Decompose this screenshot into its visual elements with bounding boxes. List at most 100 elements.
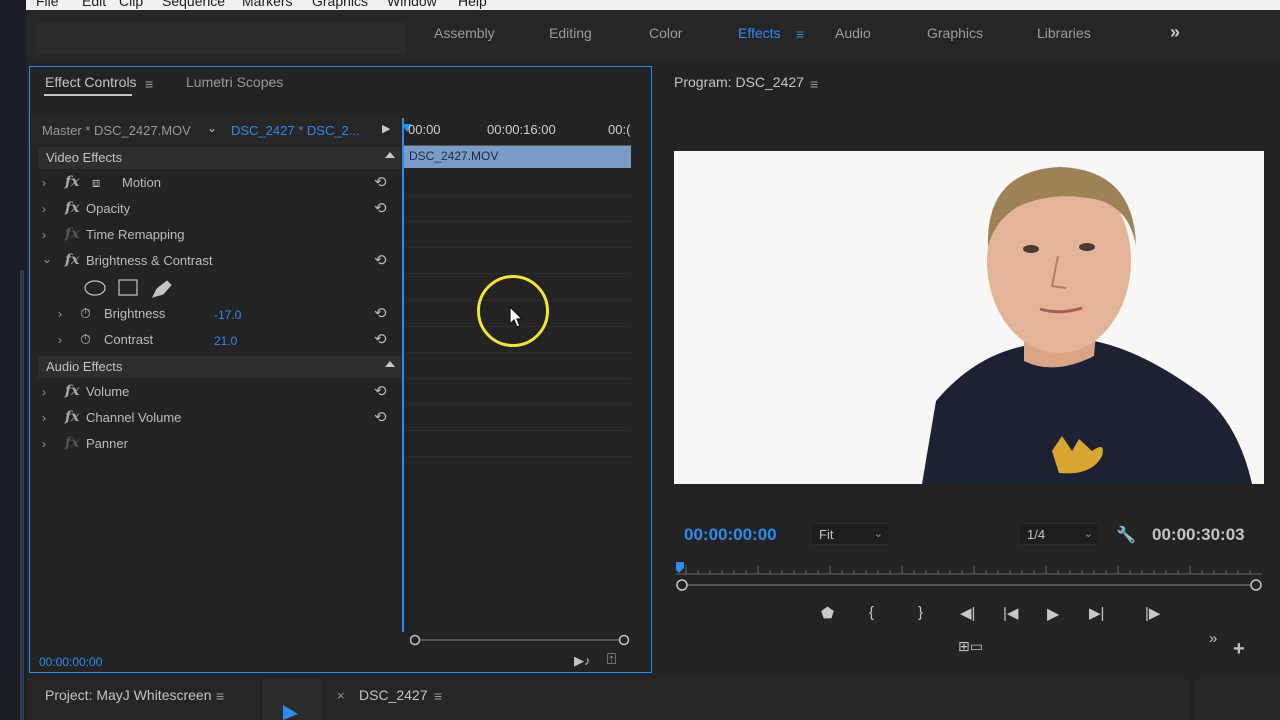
brightness-value[interactable]: -17.0: [214, 308, 241, 322]
panel-menu-icon[interactable]: ≡: [810, 76, 818, 92]
pen-mask-icon[interactable]: [152, 280, 172, 298]
project-panel-title[interactable]: Project: MayJ Whitescreen: [45, 687, 212, 703]
timeline-zoom-scrollbar[interactable]: [410, 634, 630, 646]
clip-bar[interactable]: DSC_2427.MOV: [404, 146, 631, 168]
rectangle-mask-icon[interactable]: [118, 279, 138, 296]
effect-controls-timecode[interactable]: 00:00:00:00: [39, 655, 102, 669]
effect-row-volume[interactable]: › fx Volume ⟲: [38, 380, 401, 406]
param-row-contrast[interactable]: › ⏱ Contrast 21.0 ⟲: [38, 328, 401, 354]
effect-row-brightness-contrast[interactable]: ⌄ fx Brightness & Contrast ⟲: [38, 249, 401, 275]
stopwatch-icon[interactable]: ⏱: [80, 331, 91, 348]
menu-help[interactable]: Help: [458, 0, 487, 9]
panel-menu-icon[interactable]: ≡: [216, 688, 224, 704]
program-zoom-scrollbar[interactable]: [676, 578, 1262, 592]
workspace-tab-effects[interactable]: Effects: [738, 25, 781, 41]
go-to-in-icon[interactable]: |◀: [1003, 604, 1018, 622]
close-tab-icon[interactable]: ×: [337, 688, 345, 703]
workspace-tab-assembly[interactable]: Assembly: [434, 25, 495, 41]
panel-menu-icon[interactable]: ≡: [145, 76, 153, 92]
collapse-up-icon[interactable]: [385, 361, 395, 367]
step-back-icon[interactable]: ◀|: [960, 604, 975, 622]
workspace-tab-graphics[interactable]: Graphics: [927, 25, 983, 41]
effect-row-channel-volume[interactable]: › fx Channel Volume ⟲: [38, 406, 401, 432]
add-marker-icon[interactable]: ⬟: [821, 604, 834, 622]
workspace-tab-audio[interactable]: Audio: [835, 25, 871, 41]
fx-icon[interactable]: fx: [65, 409, 79, 425]
reset-icon[interactable]: ⟲: [374, 330, 387, 348]
chevron-right-icon[interactable]: ›: [42, 385, 46, 399]
mark-in-icon[interactable]: {: [869, 604, 874, 621]
program-monitor-title[interactable]: Program: DSC_2427: [674, 74, 804, 90]
chevron-right-icon[interactable]: ›: [42, 202, 46, 216]
zoom-fit-dropdown[interactable]: Fit ⌄: [810, 523, 890, 545]
sequence-tab[interactable]: DSC_2427: [359, 687, 428, 703]
selection-tool-icon[interactable]: [282, 704, 300, 720]
step-forward-icon[interactable]: |▶: [1145, 604, 1160, 622]
effect-row-motion[interactable]: › fx ⧈ Motion ⟲: [38, 171, 401, 197]
resolution-dropdown[interactable]: 1/4 ⌄: [1018, 523, 1100, 545]
workspace-tab-libraries[interactable]: Libraries: [1037, 25, 1091, 41]
reset-icon[interactable]: ⟲: [374, 199, 387, 217]
workspace-tab-editing[interactable]: Editing: [549, 25, 592, 41]
export-icon[interactable]: ⍐: [607, 651, 616, 668]
mark-out-icon[interactable]: }: [918, 604, 923, 621]
panel-menu-icon[interactable]: ≡: [434, 688, 442, 704]
sequence-clip-label[interactable]: DSC_2427 * DSC_2...: [231, 123, 360, 138]
chevron-right-icon[interactable]: ›: [42, 411, 46, 425]
program-playhead-marker[interactable]: [676, 562, 684, 573]
collapse-up-icon[interactable]: [385, 152, 395, 158]
menu-file[interactable]: File: [36, 0, 59, 9]
chevron-down-icon[interactable]: ⌄: [42, 252, 52, 266]
master-clip-label[interactable]: Master * DSC_2427.MOV: [42, 123, 191, 138]
tab-lumetri-scopes[interactable]: Lumetri Scopes: [186, 74, 283, 90]
play-audio-icon[interactable]: ▶♪: [574, 653, 591, 669]
menu-window[interactable]: Window: [387, 0, 437, 9]
contrast-value[interactable]: 21.0: [214, 334, 237, 348]
fx-icon[interactable]: fx: [65, 174, 79, 190]
reset-icon[interactable]: ⟲: [374, 382, 387, 400]
transform-icon[interactable]: ⧈: [92, 175, 100, 191]
fx-icon[interactable]: fx: [65, 200, 79, 216]
play-icon[interactable]: ▶: [1047, 604, 1059, 624]
workspace-tab-color[interactable]: Color: [649, 25, 682, 41]
reset-icon[interactable]: ⟲: [374, 251, 387, 269]
menu-clip[interactable]: Clip: [119, 0, 143, 9]
play-only-icon[interactable]: ▶: [382, 122, 390, 135]
menu-graphics[interactable]: Graphics: [312, 0, 368, 9]
chevron-right-icon[interactable]: ›: [58, 333, 62, 347]
menu-edit[interactable]: Edit: [82, 0, 106, 9]
ruler-label: 00:(: [608, 122, 631, 137]
chevron-right-icon[interactable]: ›: [42, 437, 46, 451]
stopwatch-icon[interactable]: ⏱: [80, 305, 91, 322]
audio-effects-header[interactable]: Audio Effects: [38, 356, 401, 378]
reset-icon[interactable]: ⟲: [374, 173, 387, 191]
ellipse-mask-icon[interactable]: [84, 280, 106, 296]
double-chevron-right-icon[interactable]: »: [1170, 22, 1180, 43]
double-chevron-right-icon[interactable]: »: [1209, 630, 1217, 647]
reset-icon[interactable]: ⟲: [374, 408, 387, 426]
program-playhead-timecode[interactable]: 00:00:00:00: [684, 525, 777, 545]
go-to-out-icon[interactable]: ▶|: [1089, 604, 1104, 622]
effect-row-panner[interactable]: › fx Panner: [38, 432, 401, 458]
chevron-right-icon[interactable]: ›: [58, 307, 62, 321]
reset-icon[interactable]: ⟲: [374, 304, 387, 322]
effect-label: Opacity: [86, 201, 131, 216]
chevron-right-icon[interactable]: ›: [42, 228, 46, 242]
menu-sequence[interactable]: Sequence: [162, 0, 225, 9]
effect-row-opacity[interactable]: › fx Opacity ⟲: [38, 197, 401, 223]
tab-effect-controls[interactable]: Effect Controls: [45, 74, 137, 90]
menu-markers[interactable]: Markers: [242, 0, 293, 9]
compare-view-icon[interactable]: ⊞▭: [958, 638, 983, 655]
fx-icon[interactable]: fx: [65, 252, 79, 268]
chevron-down-icon[interactable]: ⌄: [207, 121, 217, 135]
fx-icon[interactable]: fx: [65, 383, 79, 399]
effect-row-time-remapping[interactable]: › fx Time Remapping: [38, 223, 401, 249]
wrench-icon[interactable]: 🔧: [1116, 525, 1136, 545]
param-row-brightness[interactable]: › ⏱ Brightness -17.0 ⟲: [38, 302, 401, 328]
add-button-icon[interactable]: +: [1233, 638, 1245, 661]
video-effects-header[interactable]: Video Effects: [38, 147, 401, 169]
workspace-menu-icon[interactable]: ≡: [796, 26, 804, 42]
program-video-frame[interactable]: [674, 151, 1264, 484]
chevron-right-icon[interactable]: ›: [42, 176, 46, 190]
program-time-ruler[interactable]: [676, 562, 1262, 576]
